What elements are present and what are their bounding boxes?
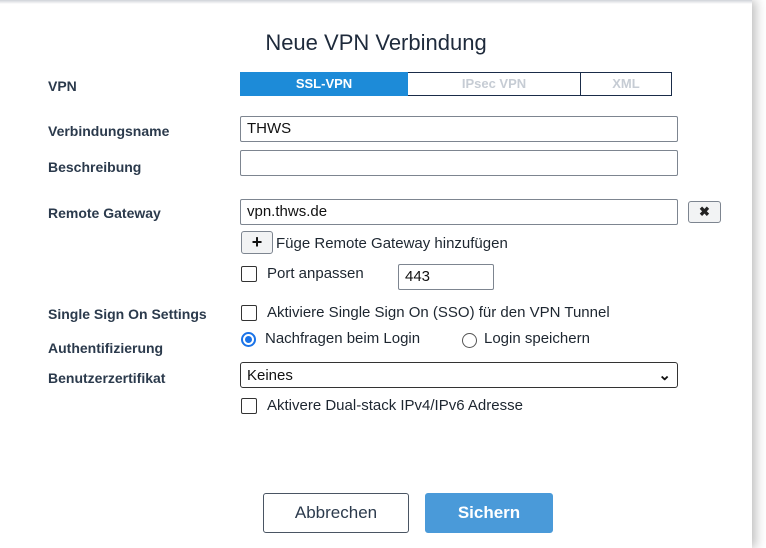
remote-gateway-input[interactable]: vpn.thws.de — [240, 199, 678, 225]
remove-gateway-button[interactable]: ✖ — [688, 201, 721, 223]
authentication-label: Authentifizierung — [48, 340, 164, 356]
vpn-type-ssl[interactable]: SSL-VPN — [240, 72, 408, 96]
plus-icon: + — [251, 232, 263, 252]
dialog-title: Neue VPN Verbindung — [265, 30, 487, 55]
port-input[interactable]: 443 — [398, 264, 494, 290]
port-checkbox-label: Port anpassen — [267, 265, 364, 282]
remote-gateway-label: Remote Gateway — [48, 205, 161, 221]
auth-save-label: Login speichern — [484, 330, 590, 347]
auth-ask-radio[interactable] — [241, 332, 256, 347]
connection-name-label: Verbindungsname — [48, 123, 170, 139]
user-certificate-label: Benutzerzertifikat — [48, 370, 166, 386]
vpn-dialog: Neue VPN Verbindung VPN SSL-VPN IPsec VP… — [0, 0, 752, 548]
add-gateway-label: Füge Remote Gateway hinzufügen — [276, 235, 508, 252]
auth-ask-label: Nachfragen beim Login — [265, 330, 421, 347]
add-gateway-button[interactable]: + — [241, 231, 273, 254]
chevron-down-icon: ⌄ — [658, 367, 671, 384]
cancel-button[interactable]: Abbrechen — [263, 493, 409, 533]
sso-checkbox[interactable] — [241, 305, 257, 321]
user-certificate-value: Keines — [247, 367, 293, 384]
vpn-type-xml[interactable]: XML — [581, 72, 672, 96]
sso-settings-label: Single Sign On Settings — [48, 306, 207, 322]
port-checkbox[interactable] — [241, 266, 257, 282]
auth-save-radio[interactable] — [462, 333, 477, 348]
close-icon: ✖ — [699, 204, 710, 219]
description-label: Beschreibung — [48, 159, 142, 175]
save-button[interactable]: Sichern — [425, 493, 553, 533]
vpn-label: VPN — [48, 78, 77, 94]
dialog-top-edge — [0, 0, 752, 4]
sso-checkbox-label: Aktiviere Single Sign On (SSO) für den V… — [267, 304, 610, 321]
vpn-type-selector: SSL-VPN IPsec VPN XML — [240, 72, 672, 96]
connection-name-input[interactable]: THWS — [240, 116, 678, 142]
description-input[interactable] — [240, 150, 678, 176]
user-certificate-select[interactable]: Keines ⌄ — [240, 362, 678, 388]
dualstack-checkbox-label: Aktivere Dual-stack IPv4/IPv6 Adresse — [267, 397, 523, 414]
vpn-type-ipsec[interactable]: IPsec VPN — [408, 72, 581, 96]
dualstack-checkbox[interactable] — [241, 398, 257, 414]
